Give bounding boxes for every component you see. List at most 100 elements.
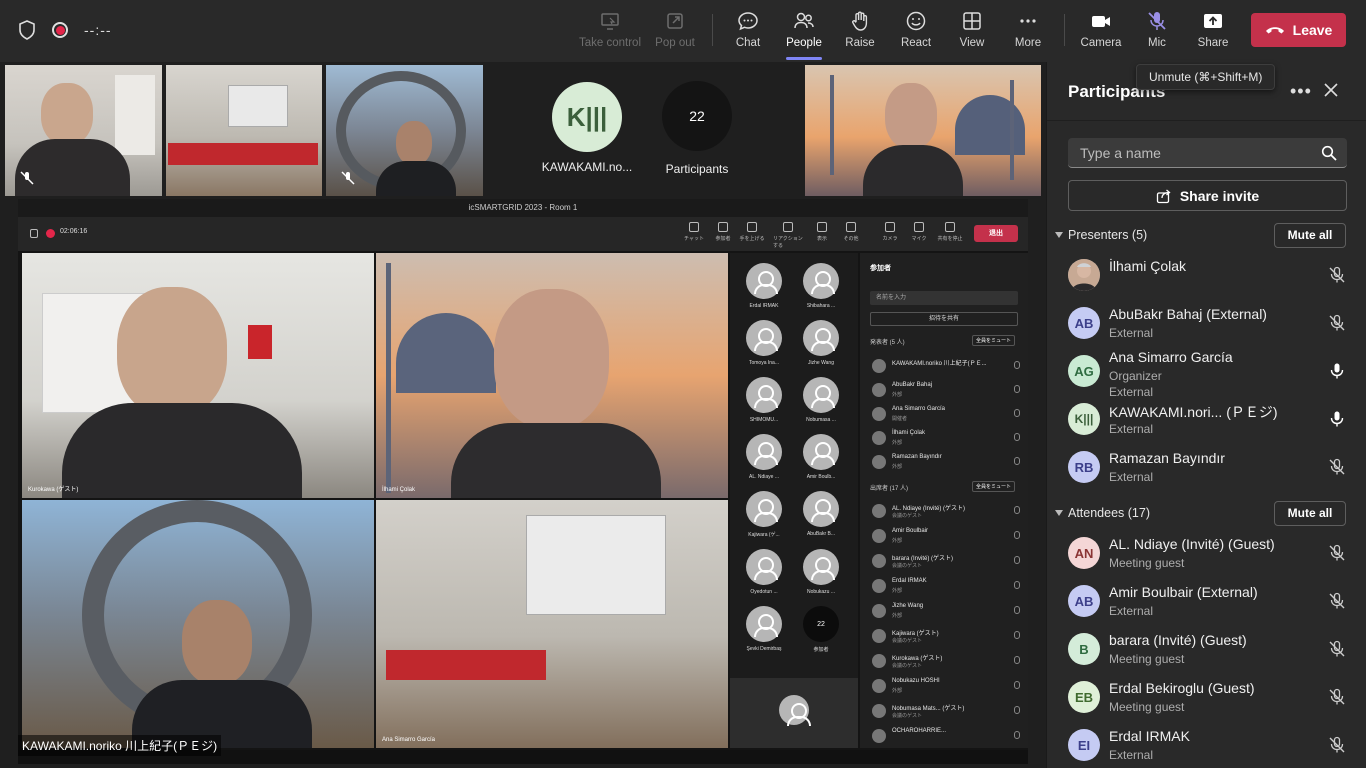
video-tile-1[interactable]: [5, 65, 162, 196]
person-head: [41, 83, 93, 145]
shared-mute-all: 全員をミュート: [972, 335, 1016, 346]
gallery-avatar: Nobukazu ...: [802, 549, 840, 595]
gallery-avatar: Kajiwara (ゲ...: [745, 491, 783, 538]
row-role: 外部: [892, 613, 903, 619]
shared-mic-button: マイク: [904, 222, 934, 242]
mute-all-presenters-button[interactable]: Mute all: [1274, 223, 1346, 248]
row-name: Kajiwara (ゲスト): [892, 631, 939, 637]
tool-label: 表示: [816, 236, 827, 242]
participant-row[interactable]: AB AbuBakr Bahaj (External) External: [1068, 300, 1353, 346]
shared-video-conference-room: Ana Simarro García: [376, 500, 728, 748]
mic-icon[interactable]: [1328, 410, 1346, 428]
shared-participants-panel: 参加者 名前を入力 招待を共有 発表者 (5 人) 全員をミュート KAWAKA…: [860, 253, 1028, 748]
camera-label: Camera: [1080, 37, 1122, 49]
share-invite-label: Share invite: [1179, 187, 1260, 204]
mic-muted-icon[interactable]: [1328, 544, 1346, 562]
mic-icon: [914, 222, 924, 232]
participant-name: İlhami Çolak: [1109, 258, 1187, 274]
shield-icon: [30, 229, 38, 238]
participant-row[interactable]: EI Erdal IRMAK External: [1068, 722, 1353, 768]
person-body: [451, 423, 661, 498]
gallery-avatar: Erdal IRMAK: [745, 263, 783, 309]
mic-muted-icon[interactable]: [1328, 266, 1346, 284]
shared-search: 名前を入力: [870, 291, 1018, 305]
mosque-dome: [955, 95, 1025, 155]
camera-button[interactable]: Camera: [1071, 10, 1131, 56]
more-options-icon[interactable]: •••: [1290, 81, 1312, 102]
more-button[interactable]: More: [998, 10, 1058, 56]
search-input[interactable]: [1068, 138, 1308, 168]
shared-mute-all: 全員をミュート: [972, 481, 1016, 492]
presenters-section-header[interactable]: Presenters (5) Mute all: [1055, 223, 1355, 249]
mic-icon: [1014, 731, 1020, 739]
pop-out-button[interactable]: Pop out: [645, 10, 705, 56]
shield-icon[interactable]: [18, 20, 36, 40]
gallery-name: Şevki Demirbaş: [746, 646, 782, 652]
row-name: Kurokawa (ゲスト): [892, 656, 943, 662]
shared-screen[interactable]: icSMARTGRID 2023 - Room 1 02:06:16 チャット …: [18, 199, 1028, 764]
react-button[interactable]: React: [886, 10, 946, 56]
close-icon[interactable]: [1321, 80, 1341, 100]
person-icon: [803, 434, 839, 470]
people-button[interactable]: People: [774, 10, 834, 60]
raise-hand-button[interactable]: Raise: [830, 10, 890, 56]
take-control-button[interactable]: Take control: [579, 10, 641, 56]
person-icon: [779, 695, 811, 726]
avatar: [872, 431, 886, 445]
participants-overflow-tile[interactable]: 22 Participants: [642, 65, 752, 176]
avatar: [872, 554, 886, 568]
row-name: Ramazan Bayındır: [892, 454, 942, 460]
chevron-down-icon: [1055, 232, 1063, 238]
mic-muted-icon[interactable]: [1328, 592, 1346, 610]
mic-muted-icon[interactable]: [1328, 640, 1346, 658]
video-tile-3[interactable]: [326, 65, 483, 196]
red-table: [386, 650, 546, 680]
recording-indicator: [52, 22, 68, 38]
video-tile-4[interactable]: [805, 65, 1041, 196]
participant-row[interactable]: İlhami Çolak: [1068, 252, 1353, 298]
participant-row[interactable]: K||| KAWAKAMI.nori... (ＰＥジ) External: [1068, 396, 1353, 442]
gallery-overflow: 22 参加者: [802, 606, 840, 653]
mic-label: Mic: [1148, 37, 1166, 49]
participant-tile-kawakami[interactable]: K||| KAWAKAMI.no...: [532, 65, 642, 174]
mic-muted-icon[interactable]: [1328, 458, 1346, 476]
participant-row[interactable]: RB Ramazan Bayındır External: [1068, 444, 1353, 490]
person-body: [15, 139, 130, 196]
person-body: [62, 403, 302, 498]
participant-row[interactable]: B barara (Invité) (Guest) Meeting guest: [1068, 626, 1353, 672]
shared-leave-button: 退出: [974, 225, 1018, 242]
view-button[interactable]: View: [942, 10, 1002, 56]
row-role: 会議のゲスト: [892, 713, 923, 719]
participant-row[interactable]: AB Amir Boulbair (External) External: [1068, 578, 1353, 624]
leave-label: Leave: [1292, 22, 1333, 38]
mic-muted-icon[interactable]: [1328, 314, 1346, 332]
mic-button[interactable]: Mic: [1127, 10, 1187, 56]
mute-all-attendees-button[interactable]: Mute all: [1274, 501, 1346, 526]
minaret: [386, 263, 391, 493]
row-role: 会議のゲスト: [892, 638, 923, 644]
mic-muted-icon: [341, 171, 355, 185]
video-name: Ana Simarro García: [382, 737, 436, 743]
avatar: EI: [1068, 729, 1100, 761]
share-button[interactable]: Share: [1183, 10, 1243, 56]
participant-row[interactable]: AN AL. Ndiaye (Invité) (Guest) Meeting g…: [1068, 530, 1353, 576]
search-icon[interactable]: [1321, 145, 1337, 161]
self-view: [730, 678, 858, 748]
mic-muted-icon[interactable]: [1328, 736, 1346, 754]
person-icon: [803, 320, 839, 356]
gallery-avatar: SHIMOMU...: [745, 377, 783, 423]
mic-off-icon: [1148, 12, 1166, 30]
mic-icon: [1014, 361, 1020, 369]
participant-row[interactable]: EB Erdal Bekiroglu (Guest) Meeting guest: [1068, 674, 1353, 720]
participant-name: AL. Ndiaye (Invité) (Guest): [1109, 536, 1275, 552]
chat-button[interactable]: Chat: [718, 10, 778, 56]
mic-icon[interactable]: [1328, 362, 1346, 380]
attendees-section-header[interactable]: Attendees (17) Mute all: [1055, 501, 1355, 527]
leave-button[interactable]: Leave: [1251, 13, 1346, 47]
avatar: EB: [1068, 681, 1100, 713]
tool-label: 参加者: [715, 236, 731, 242]
mic-muted-icon[interactable]: [1328, 688, 1346, 706]
share-invite-button[interactable]: Share invite: [1068, 180, 1347, 211]
video-tile-2[interactable]: [166, 65, 322, 196]
people-label: People: [786, 37, 822, 49]
